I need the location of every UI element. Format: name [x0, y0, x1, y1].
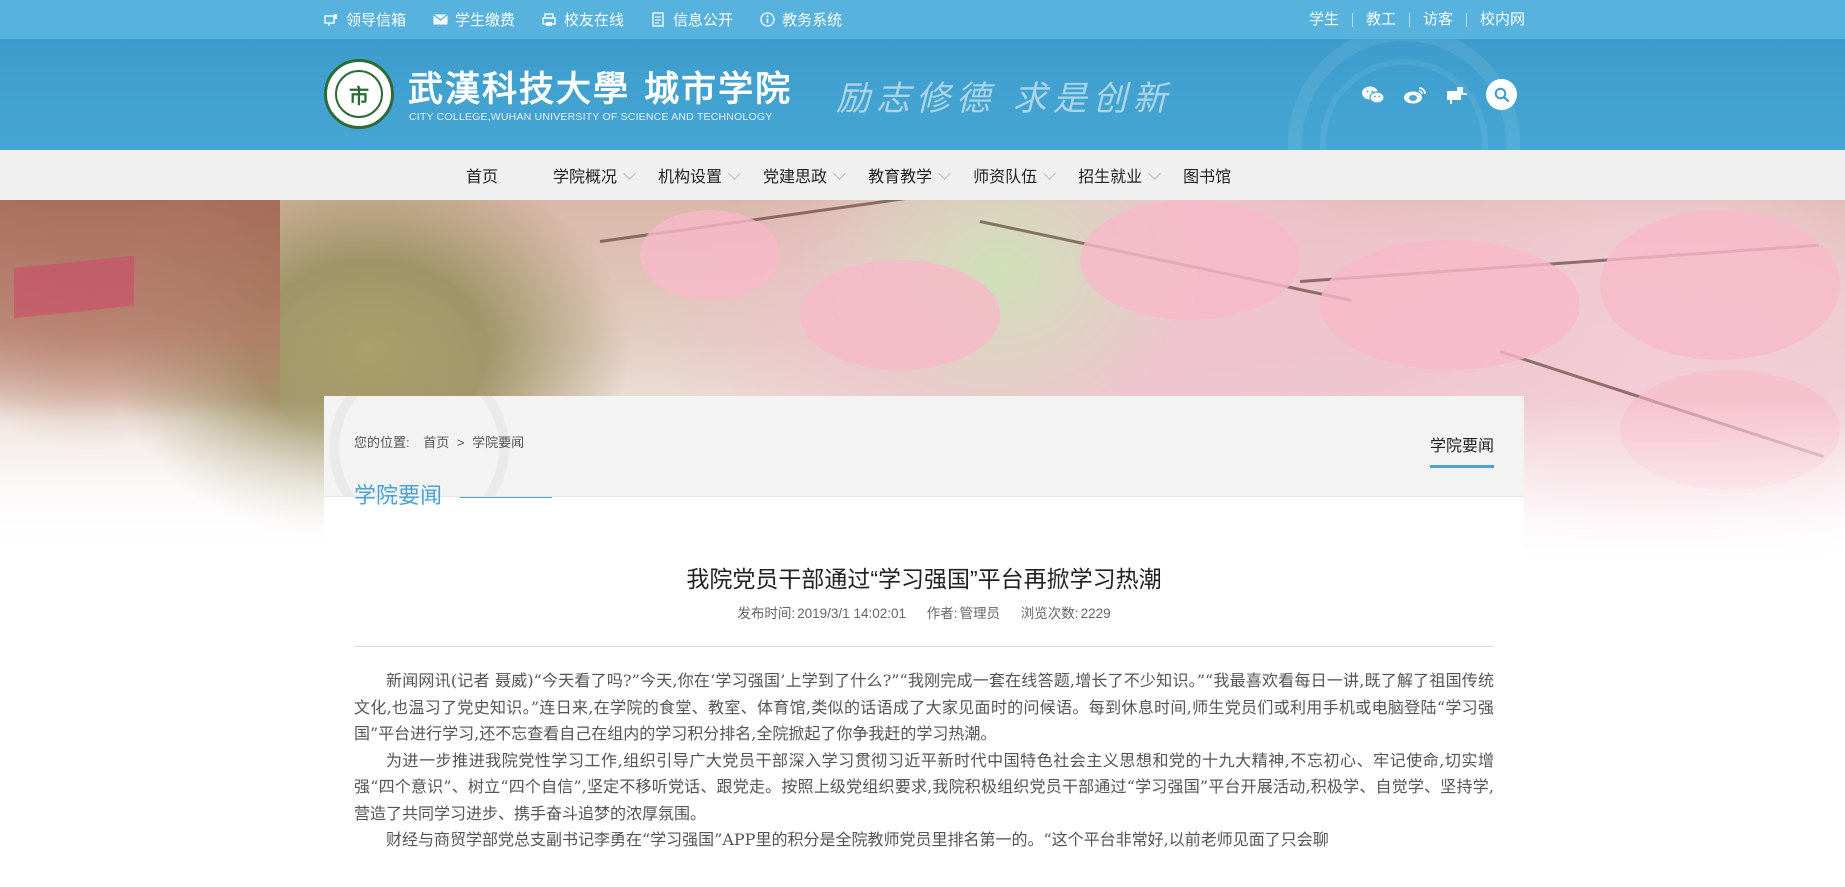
audience-link-intranet[interactable]: 校内网: [1465, 12, 1525, 27]
section-title-underline: [460, 497, 552, 498]
banner-blossom: [1320, 240, 1580, 370]
article-paragraph: 为进一步推进我院党性学习工作,组织引导广大党员干部深入学习贯彻习近平新时代中国特…: [354, 750, 1494, 823]
document-icon: [650, 12, 666, 28]
quick-links: 领导信箱 学生缴费 校友在线 信息公开 教务系统: [323, 0, 868, 39]
nav-item-about[interactable]: 学院概况: [553, 150, 636, 200]
quick-link-label: 领导信箱: [346, 12, 407, 29]
published-label: 发布时间:: [737, 606, 796, 621]
breadcrumb-current[interactable]: 学院要闻: [472, 435, 524, 450]
top-utility-bar: 领导信箱 学生缴费 校友在线 信息公开 教务系统 学生 教工 访客 校内网: [0, 0, 1845, 39]
quick-link-info-disclosure[interactable]: 信息公开: [650, 9, 733, 30]
content-panel: 您的位置: 首页 > 学院要闻 学院要闻 学院要闻 我院党员干部通过“学习强国”…: [324, 396, 1524, 887]
nav-item-party-building[interactable]: 党建思政: [763, 150, 846, 200]
banner-blossom: [1600, 210, 1840, 360]
search-icon[interactable]: [1486, 79, 1517, 110]
banner-blossom: [640, 210, 780, 300]
chevron-down-icon: [623, 166, 636, 180]
mailbox-icon: [323, 12, 339, 28]
chevron-down-icon: [728, 166, 741, 180]
nav-item-education[interactable]: 教育教学: [868, 150, 951, 200]
quick-link-label: 校友在线: [564, 12, 625, 29]
quick-link-leader-mailbox[interactable]: 领导信箱: [323, 9, 406, 30]
author-label: 作者:: [926, 606, 958, 621]
views-label: 浏览次数:: [1020, 606, 1079, 621]
main-nav: 首页 学院概况 机构设置 党建思政 教育教学 师资队伍 招生就业 图书馆: [0, 150, 1845, 200]
view-count: 2229: [1080, 606, 1111, 621]
section-title: 学院要闻: [354, 483, 443, 508]
chevron-down-icon: [1043, 166, 1056, 180]
quick-link-label: 学生缴费: [455, 12, 516, 29]
audience-links: 学生 教工 访客 校内网: [1296, 0, 1525, 39]
banner-blossom: [1080, 200, 1300, 320]
quick-link-student-payment[interactable]: 学生缴费: [432, 9, 515, 30]
article-meta: 发布时间: 2019/3/1 14:02:01 作者: 管理员 浏览次数: 2229: [324, 602, 1524, 622]
nav-item-organization[interactable]: 机构设置: [658, 150, 741, 200]
article-title: 我院党员干部通过“学习强国”平台再掀学习热潮: [686, 566, 1162, 592]
tab-active-indicator: [1430, 465, 1494, 468]
nav-item-library[interactable]: 图书馆: [1183, 150, 1231, 200]
college-logo[interactable]: 市: [324, 59, 394, 129]
logo-emblem: 市: [335, 70, 383, 118]
college-name: 武漢科技大學 城市学院: [408, 69, 793, 110]
banner-blossom: [800, 260, 1000, 370]
quick-link-label: 教务系统: [782, 12, 843, 29]
article-paragraph: 新闻网讯(记者 聂威)“今天看了吗?”今天,你在‘学习强国’上学到了什么?”“我…: [354, 671, 1494, 743]
article-paragraph: 财经与商贸学部党总支副书记李勇在“学习强国”APP里的积分是全院教师党员里排名第…: [386, 830, 1329, 849]
published-date: 2019/3/1 14:02:01: [797, 606, 906, 621]
chevron-down-icon: [833, 166, 846, 180]
tab-college-news[interactable]: 学院要闻: [1430, 432, 1494, 456]
breadcrumb-separator: >: [456, 435, 465, 450]
wechat-icon[interactable]: [1358, 80, 1388, 110]
audience-link-visitors[interactable]: 访客: [1408, 12, 1466, 27]
chevron-down-icon: [1148, 166, 1161, 180]
site-header: 市 武漢科技大學 城市学院 CITY COLLEGE,WUHAN UNIVERS…: [0, 39, 1845, 150]
chevron-down-icon: [938, 166, 951, 180]
author-name: 管理员: [959, 606, 1001, 621]
quick-link-label: 信息公开: [673, 12, 734, 29]
envelope-icon: [432, 12, 448, 28]
article-body: 新闻网讯(记者 聂威)“今天看了吗?”今天,你在‘学习强国’上学到了什么?”“我…: [354, 668, 1494, 854]
mailbox-icon[interactable]: [1442, 80, 1472, 110]
nav-item-admissions[interactable]: 招生就业: [1078, 150, 1161, 200]
quick-link-academic-system[interactable]: 教务系统: [759, 9, 842, 30]
nav-item-faculty[interactable]: 师资队伍: [973, 150, 1056, 200]
college-name-english: CITY COLLEGE,WUHAN UNIVERSITY OF SCIENCE…: [409, 111, 773, 123]
quick-link-alumni[interactable]: 校友在线: [541, 9, 624, 30]
printer-icon: [541, 12, 557, 28]
breadcrumb-prefix: 您的位置:: [354, 435, 410, 450]
audience-link-staff[interactable]: 教工: [1351, 12, 1409, 27]
panel-header: 您的位置: 首页 > 学院要闻 学院要闻: [324, 396, 1524, 497]
breadcrumb: 您的位置: 首页 > 学院要闻: [354, 432, 528, 451]
info-circle-icon: [759, 12, 775, 28]
audience-link-students[interactable]: 学生: [1296, 12, 1352, 27]
breadcrumb-home[interactable]: 首页: [423, 435, 449, 450]
article-divider: [354, 646, 1494, 647]
weibo-icon[interactable]: [1400, 80, 1430, 110]
social-links: [1358, 79, 1517, 110]
college-motto: 励志修德 求是创新: [836, 79, 1173, 119]
nav-item-home[interactable]: 首页: [466, 150, 498, 200]
